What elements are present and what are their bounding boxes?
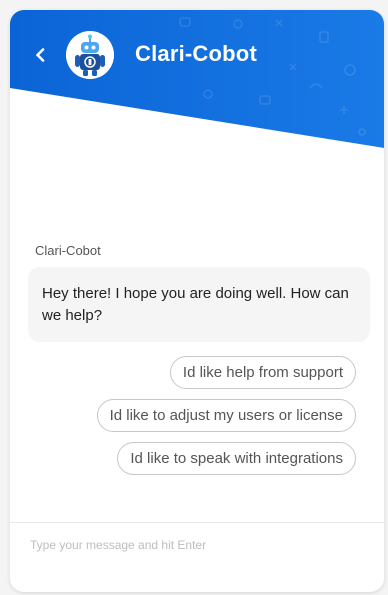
- robot-avatar-icon: [66, 31, 114, 79]
- chat-widget: Clari-Cobot Clari-Cobot Hey there! I hop…: [10, 10, 384, 592]
- back-button[interactable]: [28, 43, 52, 67]
- composer-divider: [10, 522, 384, 523]
- chat-header: Clari-Cobot: [10, 10, 384, 160]
- chevron-left-icon: [36, 48, 45, 62]
- quick-reply-users-license[interactable]: Id like to adjust my users or license: [96, 399, 356, 432]
- quick-reply-support[interactable]: Id like help from support: [169, 356, 356, 389]
- bot-avatar: [66, 31, 114, 79]
- message-input[interactable]: [30, 533, 360, 557]
- message-sender-name: Clari-Cobot: [35, 243, 101, 258]
- chat-title: Clari-Cobot: [135, 41, 257, 66]
- quick-reply-integrations[interactable]: Id like to speak with integrations: [117, 442, 356, 475]
- quick-replies: Id like help from support Id like to adj…: [96, 356, 356, 485]
- bot-message-bubble: Hey there! I hope you are doing well. Ho…: [28, 267, 370, 342]
- header-background: [10, 10, 384, 148]
